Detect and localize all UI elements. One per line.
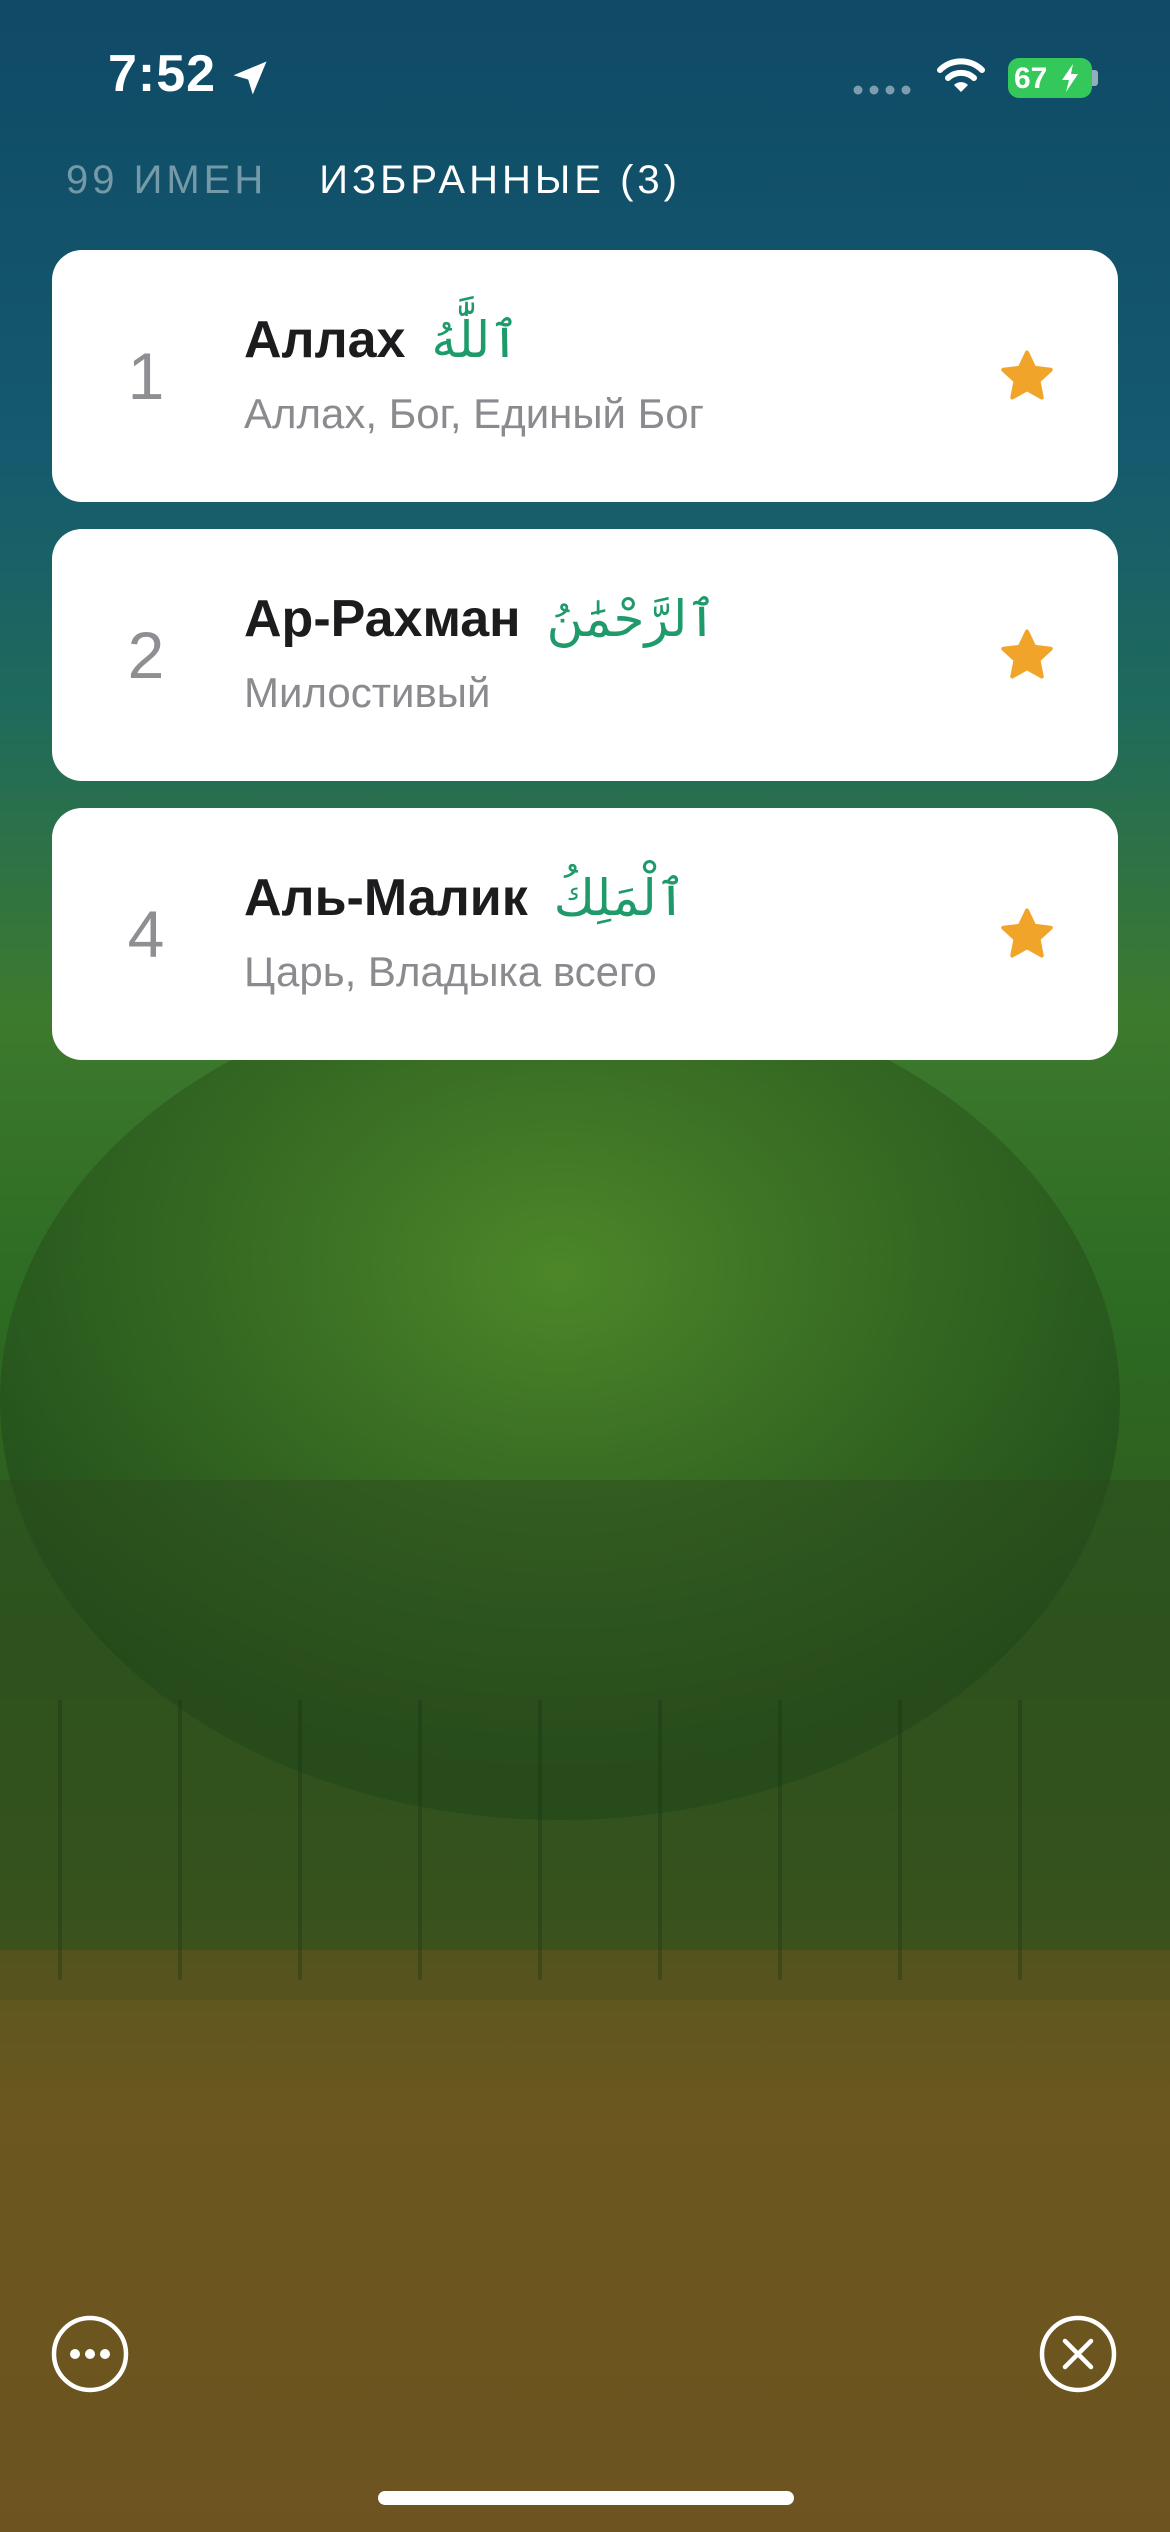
segment-tabs: 99 ИМЕН ИЗБРАННЫЕ (3): [66, 158, 681, 203]
location-arrow-icon: [233, 61, 267, 95]
cellular-signal-icon: [853, 85, 911, 95]
star-icon[interactable]: [997, 347, 1057, 407]
status-time: 7:52: [108, 45, 217, 103]
tab-99-names[interactable]: 99 ИМЕН: [66, 158, 267, 203]
title-row: Аллах ٱللَّٰهُ: [244, 310, 519, 370]
status-bar: 7:52 67: [0, 0, 1170, 150]
name-number: 2: [127, 618, 165, 692]
favorites-list: 1 Аллах ٱللَّٰهُ Аллах, Бог, Единый Бог …: [52, 250, 1118, 1087]
name-meaning: Аллах, Бог, Единый Бог: [244, 390, 704, 437]
title-row: Ар-Рахман ٱلرَّحْمَٰنُ: [244, 589, 717, 649]
star-icon[interactable]: [997, 626, 1057, 686]
home-indicator[interactable]: [378, 2491, 794, 2505]
charging-bolt-icon: [1062, 64, 1078, 92]
favorite-card[interactable]: 4 Аль-Малик ٱلْمَلِكُ Царь, Владыка всег…: [52, 808, 1118, 1060]
arabic-name: ٱلْمَلِكُ: [553, 869, 686, 927]
favorite-card[interactable]: 2 Ар-Рахман ٱلرَّحْمَٰنُ Милостивый: [52, 529, 1118, 781]
battery-indicator: 67: [1008, 58, 1092, 98]
battery-cap: [1092, 70, 1098, 86]
arabic-name: ٱللَّٰهُ: [431, 311, 520, 369]
tab-favorites[interactable]: ИЗБРАННЫЕ (3): [319, 158, 681, 203]
arabic-name: ٱلرَّحْمَٰنُ: [546, 590, 717, 648]
title-row: Аль-Малик ٱلْمَلِكُ: [244, 868, 686, 928]
name-meaning: Царь, Владыка всего: [244, 948, 657, 995]
battery-level: 67: [1014, 62, 1048, 95]
more-options-icon[interactable]: [50, 2314, 130, 2394]
favorite-card[interactable]: 1 Аллах ٱللَّٰهُ Аллах, Бог, Единый Бог: [52, 250, 1118, 502]
close-icon[interactable]: [1038, 2314, 1118, 2394]
name-title: Аль-Малик: [244, 869, 528, 927]
name-number: 1: [127, 339, 165, 413]
name-meaning: Милостивый: [244, 669, 491, 716]
name-title: Ар-Рахман: [244, 590, 521, 648]
name-number: 4: [127, 897, 165, 971]
name-title: Аллах: [244, 311, 406, 369]
star-icon[interactable]: [997, 905, 1057, 965]
wifi-icon: [937, 58, 985, 92]
